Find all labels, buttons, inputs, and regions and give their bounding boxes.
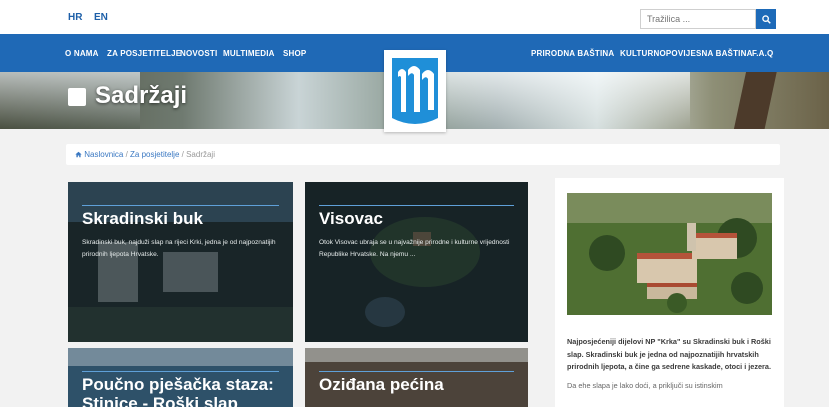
card-title: Oziđana pećina xyxy=(319,375,444,394)
nav-o-nama[interactable]: O NAMA xyxy=(65,49,99,58)
lang-hr-link[interactable]: HR xyxy=(68,12,82,23)
nav-za-posjetitelje[interactable]: ZA POSJETITELJE xyxy=(107,49,181,58)
card-divider xyxy=(82,371,279,372)
top-bar: HR EN xyxy=(0,0,829,34)
card-divider xyxy=(319,371,514,372)
site-logo[interactable] xyxy=(384,50,446,132)
card-ozidana-pecina[interactable]: Oziđana pećina xyxy=(305,348,528,407)
nav-multimedia[interactable]: MULTIMEDIA xyxy=(223,49,275,58)
home-icon xyxy=(75,151,82,158)
search-input[interactable] xyxy=(640,9,756,29)
nav-kulturnopovijesna-bastina[interactable]: KULTURNOPOVIJESNA BAŠTINA xyxy=(620,49,753,58)
hero-tree-trunk xyxy=(733,72,777,129)
breadcrumb-home-link[interactable]: Naslovnica xyxy=(84,150,123,159)
sidebar-image[interactable] xyxy=(567,193,772,315)
card-visovac[interactable]: Visovac Otok Visovac ubraja se u najvažn… xyxy=(305,182,528,342)
aerial-monastery-image xyxy=(567,193,772,315)
np-krka-logo-icon xyxy=(392,58,438,124)
card-description: Otok Visovac ubraja se u najvažnije prir… xyxy=(319,239,510,258)
card-description: Skradinski buk, najduži slap na rijeci K… xyxy=(82,239,276,258)
card-divider xyxy=(82,205,279,206)
lang-en-link[interactable]: EN xyxy=(94,12,108,23)
nav-shop[interactable]: SHOP xyxy=(283,49,306,58)
search-button[interactable] xyxy=(756,9,776,29)
card-title: Skradinski buk xyxy=(82,209,203,228)
card-title: Visovac xyxy=(319,209,383,228)
card-skradinski-buk[interactable]: Skradinski buk Skradinski buk, najduži s… xyxy=(68,182,293,342)
search-box xyxy=(640,9,776,29)
hero-waterfall-right xyxy=(430,72,690,129)
square-icon xyxy=(68,88,86,106)
nav-faq[interactable]: F.A.Q xyxy=(752,49,773,58)
page-title: Sadržaji xyxy=(95,82,188,109)
nav-prirodna-bastina[interactable]: PRIRODNA BAŠTINA xyxy=(531,49,614,58)
sidebar-paragraph: Da ehe slapa je lako doći, a priključi s… xyxy=(567,380,723,390)
card-title: Poučno pješačka staza: Stinice - Roški s… xyxy=(82,375,274,407)
breadcrumb-current: Sadržaji xyxy=(186,150,215,159)
card-image-island xyxy=(305,182,528,342)
card-divider xyxy=(319,205,514,206)
sidebar-description: Najposjećeniji dijelovi NP "Krka" su Skr… xyxy=(567,336,773,392)
breadcrumb: Naslovnica / Za posjetitelje / Sadržaji xyxy=(66,144,780,165)
sidebar-paragraph: Najposjećeniji dijelovi NP "Krka" su Skr… xyxy=(567,337,771,371)
breadcrumb-parent-link[interactable]: Za posjetitelje xyxy=(130,150,179,159)
sidebar-panel: Najposjećeniji dijelovi NP "Krka" su Skr… xyxy=(555,178,784,407)
card-poucno-pjesacka-staza[interactable]: Poučno pješačka staza: Stinice - Roški s… xyxy=(68,348,293,407)
nav-novosti[interactable]: NOVOSTI xyxy=(180,49,217,58)
search-icon xyxy=(761,14,771,24)
card-image-waterfall xyxy=(68,182,293,342)
